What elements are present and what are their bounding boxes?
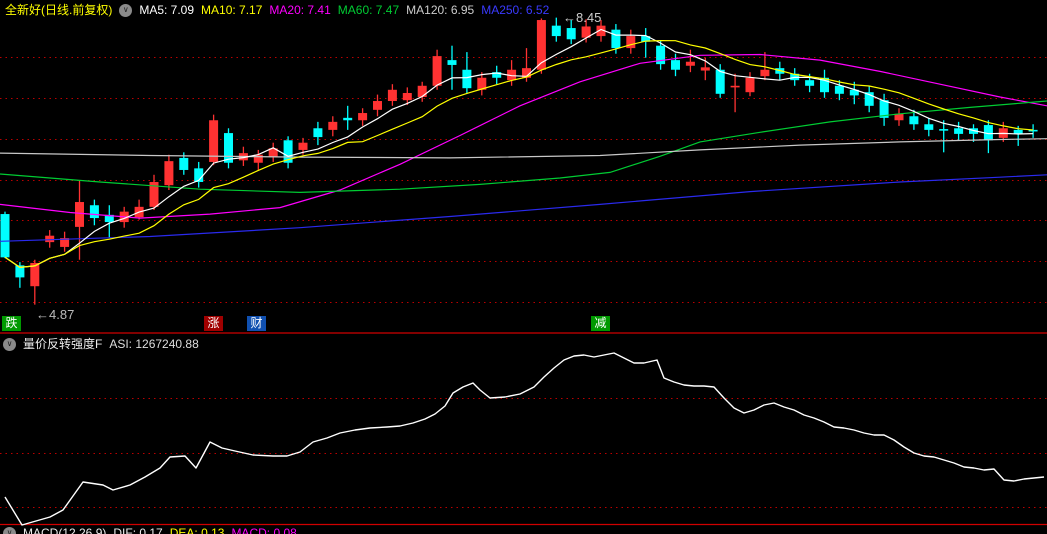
ma250-label: MA250: 6.52 <box>481 3 550 17</box>
macd-dea-label: DEA: 0.13 <box>169 526 225 534</box>
ma60-line <box>0 100 1047 194</box>
status-tag: 跌 <box>2 316 21 331</box>
macd-panel-header: ∨ MACD(12,26,9) DIF: 0.17 DEA: 0.13 MACD… <box>3 526 297 534</box>
ma120-line <box>0 138 1047 159</box>
trading-app-window: ←8.45 ←4.87 全新好(日线.前复权) ∨ MA5: 7.09 MA10:… <box>0 0 1047 534</box>
candlestick-series <box>0 17 1038 305</box>
macd-macd-label: MACD: 0.08 <box>231 526 297 534</box>
svg-text:←4.87: ←4.87 <box>36 307 74 322</box>
main-chart-header: 全新好(日线.前复权) ∨ MA5: 7.09 MA10: 7.17 MA20:… <box>5 3 549 17</box>
svg-text:←8.45: ←8.45 <box>563 10 601 25</box>
ma10-line <box>4 39 1034 269</box>
status-tag: 涨 <box>204 316 223 331</box>
chevron-down-icon[interactable]: ∨ <box>3 337 16 351</box>
ma20-label: MA20: 7.41 <box>269 3 331 17</box>
ma5-label: MA5: 7.09 <box>139 3 195 17</box>
ma5-line <box>4 28 1034 269</box>
status-tag: 减 <box>591 316 610 331</box>
ma60-label: MA60: 7.47 <box>337 3 400 17</box>
ma10-label: MA10: 7.17 <box>201 3 263 17</box>
panel-separators <box>0 332 1047 526</box>
chevron-down-icon[interactable]: ∨ <box>3 526 16 534</box>
price-annotations: ←8.45 ←4.87 <box>36 10 601 322</box>
asi-panel-title: 量价反转强度F <box>23 337 103 351</box>
macd-params-label: MACD(12,26,9) <box>23 526 107 534</box>
macd-dif-label: DIF: 0.17 <box>113 526 163 534</box>
grid-lines <box>0 57 1047 508</box>
status-tag: 财 <box>247 316 266 331</box>
symbol-title: 全新好(日线.前复权) <box>5 3 113 17</box>
asi-value: ASI: 1267240.88 <box>109 337 199 351</box>
chevron-down-icon[interactable]: ∨ <box>119 3 133 17</box>
ma120-label: MA120: 6.95 <box>406 3 475 17</box>
asi-panel-header: ∨ 量价反转强度F ASI: 1267240.88 <box>3 337 199 351</box>
asi-line <box>4 352 1045 526</box>
price-and-indicator-chart[interactable]: ←8.45 ←4.87 <box>0 0 1047 534</box>
